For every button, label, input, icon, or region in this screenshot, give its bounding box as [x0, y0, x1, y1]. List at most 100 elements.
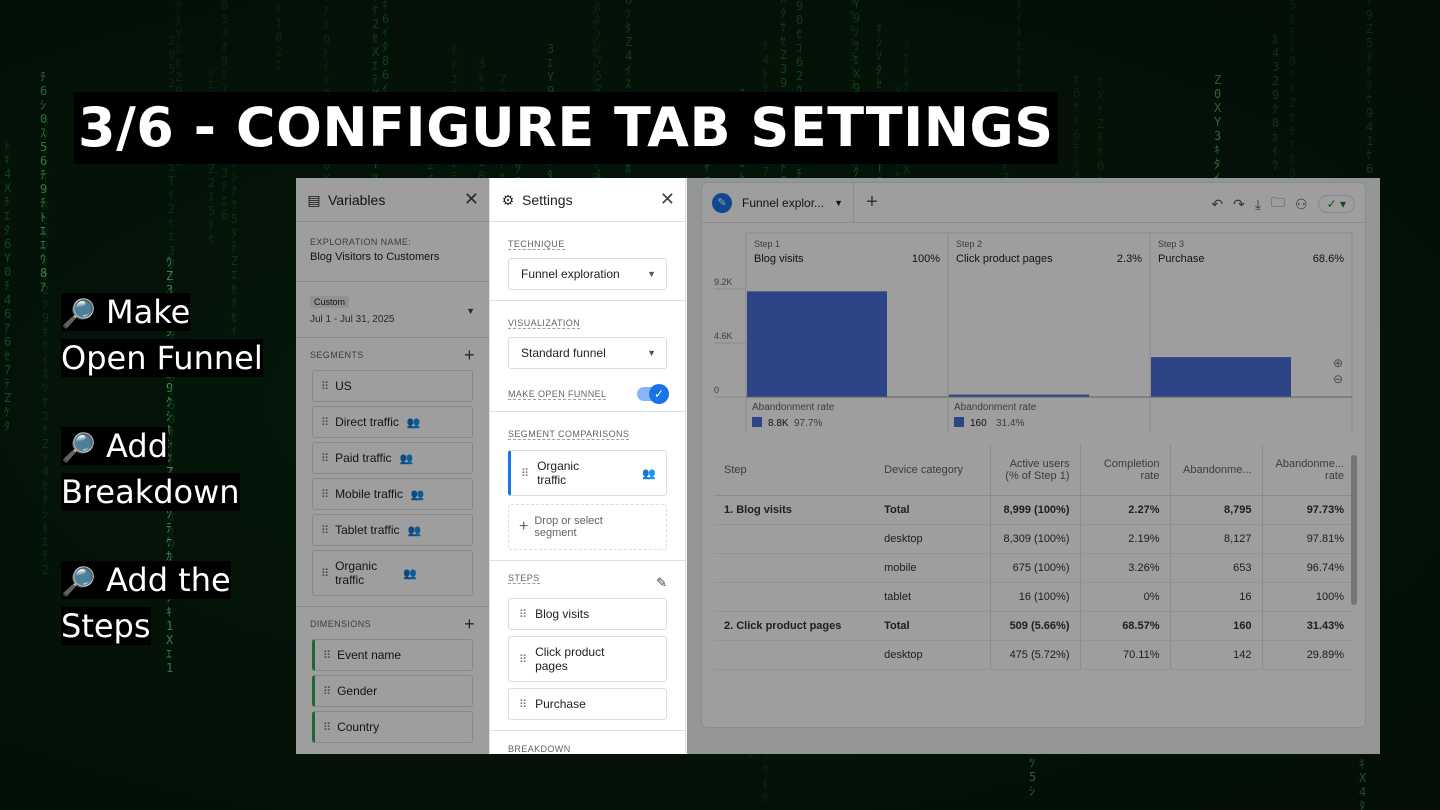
bullet-list: 🔎 Make Open Funnel 🔎 Add Breakdown 🔎 Add…	[61, 290, 291, 692]
table-cell-aband: 16	[1169, 582, 1262, 612]
drag-handle-icon[interactable]: ⠿	[321, 488, 329, 501]
y-tick-label: 9.2K	[714, 277, 733, 287]
table-row[interactable]: desktop 8,309 (100%) 2.19% 8,127 97.81%	[714, 524, 1354, 554]
users-icon: 👥	[403, 567, 417, 580]
exploration-name[interactable]: EXPLORATION NAME: Blog Visitors to Custo…	[296, 222, 489, 282]
close-icon[interactable]: ✕	[660, 189, 675, 210]
step-chip[interactable]: ⠿ Blog visits	[508, 598, 667, 630]
col-header[interactable]: Device category	[874, 445, 990, 496]
table-header-row: Step Device category Active users (% of …	[714, 445, 1354, 496]
add-segment-icon[interactable]: +	[464, 346, 475, 364]
drag-handle-icon[interactable]: ⠿	[519, 698, 527, 711]
table-cell-comp: 2.27%	[1079, 495, 1170, 525]
col-header[interactable]: Completion rate	[1079, 445, 1170, 496]
table-row[interactable]: mobile 675 (100%) 3.26% 653 96.74%	[714, 553, 1354, 583]
segment-comparison-chip[interactable]: ⠿ Organic traffic 👥	[508, 450, 667, 496]
col-header[interactable]: Step	[714, 445, 875, 496]
drag-handle-icon[interactable]: ⠿	[321, 416, 329, 429]
add-dimension-icon[interactable]: +	[464, 615, 475, 633]
table-cell-aband: 653	[1169, 553, 1262, 583]
bullet-line: 🔎 Add	[61, 427, 168, 465]
table-cell-comp: 68.57%	[1079, 610, 1170, 641]
funnel-bar	[747, 291, 887, 397]
drag-handle-icon[interactable]: ⠿	[519, 653, 527, 666]
visualization-select[interactable]: Standard funnel ▼	[508, 337, 667, 369]
segment-chip[interactable]: ⠿ Organic traffic 👥	[312, 550, 473, 596]
add-tab-button[interactable]: +	[854, 191, 890, 214]
table-row[interactable]: 2. Click product pages Total 509 (5.66%) 68…	[714, 610, 1354, 641]
step-name: Click product pages	[956, 253, 1053, 265]
table-cell-users: 8,999 (100%)	[989, 495, 1080, 525]
table-row[interactable]: desktop 475 (5.72%) 70.11% 142 29.89%	[714, 640, 1354, 670]
share-user-icon[interactable]: ⚇	[1295, 196, 1308, 213]
segment-chip[interactable]: ⠿ Direct traffic 👥	[312, 406, 473, 438]
table-cell-users: 675 (100%)	[989, 553, 1080, 583]
technique-select[interactable]: Funnel exploration ▼	[508, 258, 667, 290]
table-cell-step: 2. Click product pages	[714, 610, 875, 641]
dimension-chip[interactable]: ⠿ Event name	[312, 639, 473, 671]
settings-header: ⚙ Settings ✕	[490, 178, 685, 222]
bullet-line: Breakdown	[61, 473, 240, 511]
bullet-line: Steps	[61, 607, 151, 645]
col-header[interactable]: Abandonme... rate	[1261, 445, 1354, 496]
drop-segment-target[interactable]: + Drop or select segment	[508, 504, 667, 550]
drag-handle-icon[interactable]: ⠿	[521, 467, 529, 480]
download-icon[interactable]: ⤓	[1255, 196, 1261, 213]
undo-icon[interactable]: ↶	[1211, 196, 1223, 213]
tab-funnel-exploration[interactable]: ✎ Funnel explor... ▼	[706, 182, 854, 223]
segment-chip[interactable]: ⠿ Mobile traffic 👥	[312, 478, 473, 510]
folder-icon[interactable]: 🗀	[1271, 192, 1285, 216]
table-cell-comp: 3.26%	[1079, 553, 1170, 583]
bullet-open-funnel: 🔎 Make Open Funnel	[61, 290, 291, 380]
segment-chip[interactable]: ⠿ US	[312, 370, 473, 402]
chevron-down-icon: ▼	[466, 306, 475, 316]
table-row[interactable]: 1. Blog visits Total 8,999 (100%) 2.27% 8,79…	[714, 495, 1354, 525]
variables-panel: ▤ Variables ✕ EXPLORATION NAME: Blog Vis…	[296, 178, 489, 754]
chevron-down-icon: ▼	[647, 348, 656, 358]
drag-handle-icon[interactable]: ⠿	[321, 524, 329, 537]
table-cell-comp: 2.19%	[1079, 524, 1170, 554]
table-cell-step: 1. Blog visits	[714, 495, 875, 525]
chevron-down-icon: ▼	[834, 197, 843, 208]
date-tag: Custom	[310, 296, 350, 308]
bullet-breakdown: 🔎 Add Breakdown	[61, 424, 291, 514]
segment-chip[interactable]: ⠿ Paid traffic 👥	[312, 442, 473, 474]
drag-handle-icon[interactable]: ⠿	[321, 380, 329, 393]
steps-block: STEPS ✎ ⠿ Blog visits ⠿ Click product page…	[490, 561, 685, 731]
table-cell-aband: 8,127	[1169, 524, 1262, 554]
drag-handle-icon[interactable]: ⠿	[323, 649, 331, 662]
status-check-dropdown[interactable]: ✓ ▾	[1317, 195, 1355, 213]
step-percent: 68.6%	[1313, 253, 1344, 265]
drag-handle-icon[interactable]: ⠿	[323, 685, 331, 698]
table-cell-aband: 8,795	[1169, 495, 1262, 525]
close-icon[interactable]: ✕	[464, 189, 479, 210]
bullet-steps: 🔎 Add the Steps	[61, 558, 291, 648]
edit-pencil-icon[interactable]: ✎	[656, 575, 667, 591]
table-scrollbar[interactable]	[1351, 455, 1357, 605]
dimension-chip[interactable]: ⠿ Country	[312, 711, 473, 743]
funnel-chart: 9.2K 4.6K 0 Step 1 Blog visits 100% Step 2 Clic…	[714, 232, 1353, 433]
drag-handle-icon[interactable]: ⠿	[321, 567, 329, 580]
date-range-picker[interactable]: Custom Jul 1 - Jul 31, 2025 ▼	[296, 282, 489, 338]
redo-icon[interactable]: ↷	[1233, 196, 1245, 213]
col-header[interactable]: Active users (% of Step 1)	[989, 445, 1080, 496]
col-header[interactable]: Abandonme...	[1169, 445, 1262, 496]
segment-comparisons-label: SEGMENT COMPARISONS	[508, 429, 630, 440]
open-funnel-toggle[interactable]: ✓	[637, 384, 669, 404]
users-icon: 👥	[410, 488, 425, 501]
chevron-down-icon: ▼	[647, 269, 656, 279]
table-row[interactable]: tablet 16 (100%) 0% 16 100%	[714, 582, 1354, 612]
gear-icon: ⚙	[501, 191, 515, 208]
segments-header: SEGMENTS +	[310, 345, 475, 365]
step-chip[interactable]: ⠿ Click product pages	[508, 636, 667, 682]
segment-chip[interactable]: ⠿ Tablet traffic 👥	[312, 514, 473, 546]
drag-handle-icon[interactable]: ⠿	[323, 721, 331, 734]
dimension-chip[interactable]: ⠿ Gender	[312, 675, 473, 707]
drag-handle-icon[interactable]: ⠿	[321, 452, 329, 465]
step-chip[interactable]: ⠿ Purchase	[508, 688, 667, 720]
open-funnel-label: MAKE OPEN FUNNEL	[508, 388, 607, 400]
users-icon: 👥	[399, 452, 414, 465]
step-number: Step 1	[754, 239, 780, 249]
step-percent: 100%	[912, 253, 940, 265]
drag-handle-icon[interactable]: ⠿	[519, 608, 527, 621]
